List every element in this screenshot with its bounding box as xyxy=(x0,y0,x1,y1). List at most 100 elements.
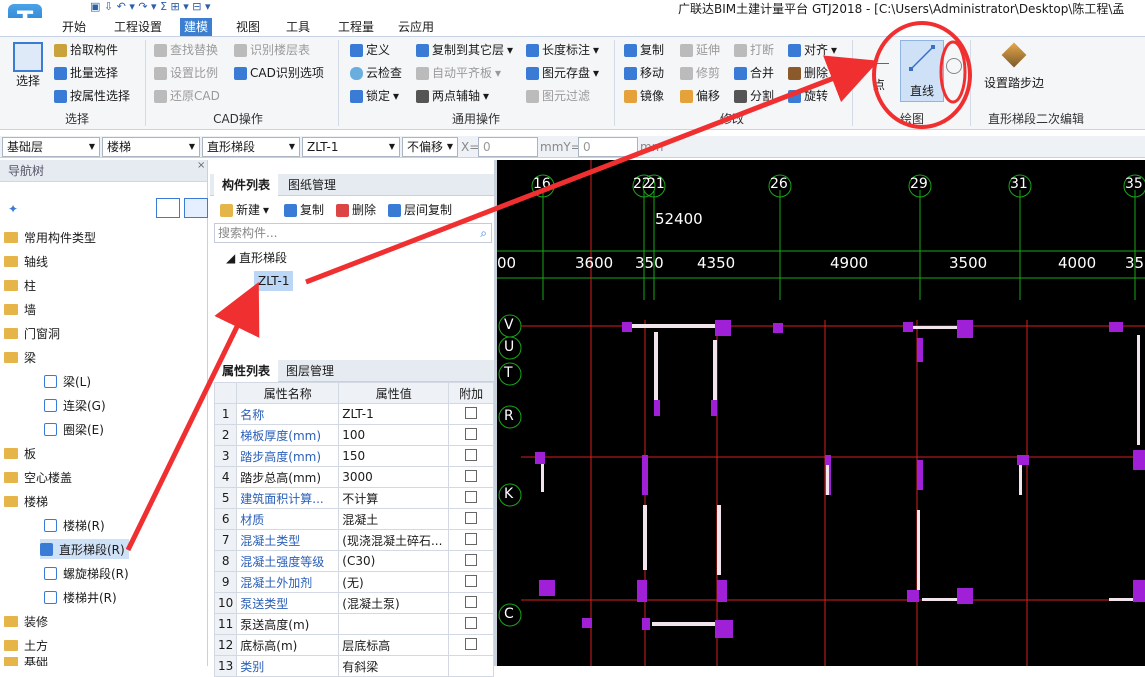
tab-component-list[interactable]: 构件列表 xyxy=(214,174,279,196)
restore-cad-button[interactable]: 还原CAD xyxy=(154,86,220,106)
nav-item-ring-beam[interactable]: 圈梁(E) xyxy=(44,419,104,439)
define-button[interactable]: 定义 xyxy=(350,40,390,60)
nav-close-icon[interactable]: × xyxy=(197,160,205,171)
merge-button[interactable]: 合并 xyxy=(734,63,774,83)
copy-button[interactable]: 复制 xyxy=(624,40,664,60)
tab-start[interactable]: 开始 xyxy=(58,18,90,36)
checkbox[interactable] xyxy=(465,595,478,608)
nav-item-beam[interactable]: 梁 xyxy=(4,347,36,367)
pick-component-button[interactable]: 拾取构件 xyxy=(54,40,118,60)
property-row[interactable]: 5 建筑面积计算... 不计算 xyxy=(213,487,494,509)
new-button[interactable]: 新建 ▾ xyxy=(220,200,269,220)
floor-copy-button[interactable]: 层间复制 xyxy=(388,200,452,220)
nav-item-straight-flight[interactable]: 直形梯段(R) xyxy=(40,539,129,559)
cloud-check-button[interactable]: 云检查 xyxy=(350,63,402,83)
tab-property-list[interactable]: 属性列表 xyxy=(214,360,279,382)
search-input[interactable]: 搜索构件... ⌕ xyxy=(214,223,492,243)
checkbox[interactable] xyxy=(465,553,478,566)
set-ratio-button[interactable]: 设置比例 xyxy=(154,63,218,83)
nav-item-stair-r[interactable]: 楼梯(R) xyxy=(44,515,105,535)
tab-cloud[interactable]: 云应用 xyxy=(394,18,438,36)
lock-button[interactable]: 锁定 ▾ xyxy=(350,86,399,106)
tree-parent[interactable]: ◢ 直形梯段 xyxy=(226,249,287,266)
offset-select[interactable]: 不偏移 ▼ xyxy=(402,137,458,157)
property-row[interactable]: 3 踏步高度(mm) 150 xyxy=(213,445,494,467)
property-row[interactable]: 7 混凝土类型 (现浇混凝土碎石... xyxy=(213,529,494,551)
property-row[interactable]: 10 泵送类型 (混凝土泵) xyxy=(213,592,494,614)
tab-view[interactable]: 视图 xyxy=(232,18,264,36)
extend-button[interactable]: 延伸 xyxy=(680,40,720,60)
y-input[interactable]: 0 xyxy=(578,137,638,157)
break-button[interactable]: 打断 xyxy=(734,40,774,60)
find-replace-button[interactable]: 查找替换 xyxy=(154,40,218,60)
checkbox[interactable] xyxy=(465,427,478,440)
checkbox[interactable] xyxy=(465,490,478,503)
checkbox[interactable] xyxy=(465,574,478,587)
subtype-select[interactable]: 直形梯段 ▼ xyxy=(202,137,300,157)
mirror-button[interactable]: 镜像 xyxy=(624,86,664,106)
nav-item-hollow-floor[interactable]: 空心楼盖 xyxy=(4,467,72,487)
trim-button[interactable]: 修剪 xyxy=(680,63,720,83)
two-point-axis-button[interactable]: 两点辅轴 ▾ xyxy=(416,86,489,106)
property-row[interactable]: 12 底标高(m) 层底标高 xyxy=(213,634,494,656)
offset-button[interactable]: 偏移 xyxy=(680,86,720,106)
property-row[interactable]: 8 混凝土强度等级 (C30) xyxy=(213,550,494,572)
property-row[interactable]: 9 混凝土外加剂 (无) xyxy=(213,571,494,593)
property-row[interactable]: 13 类别 有斜梁 xyxy=(213,655,494,677)
split-button[interactable]: 分割 xyxy=(734,86,774,106)
copy-to-floor-button[interactable]: 复制到其它层 ▾ xyxy=(416,40,513,60)
property-row[interactable]: 11 泵送高度(m) xyxy=(213,613,494,635)
property-row[interactable]: 2 梯板厚度(mm) 100 xyxy=(213,424,494,446)
delete-button[interactable]: 删除 xyxy=(788,63,828,83)
tab-layer-manage[interactable]: 图层管理 xyxy=(278,360,342,382)
auto-flat-button[interactable]: 自动平齐板 ▾ xyxy=(416,63,501,83)
arc-icon[interactable] xyxy=(946,58,962,74)
checkbox[interactable] xyxy=(465,637,478,650)
floor-select[interactable]: 基础层 ▼ xyxy=(2,137,100,157)
identify-floor-button[interactable]: 识别楼层表 xyxy=(234,40,310,60)
checkbox[interactable] xyxy=(465,511,478,524)
nav-item-spiral-flight[interactable]: 螺旋梯段(R) xyxy=(44,563,129,583)
tab-quantity[interactable]: 工程量 xyxy=(334,18,378,36)
delete-component-button[interactable]: 删除 xyxy=(336,200,376,220)
tab-tools[interactable]: 工具 xyxy=(282,18,314,36)
nav-item-axis[interactable]: 轴线 xyxy=(4,251,48,271)
drawing-canvas[interactable]: 16 22 21 26 29 31 35 52400 00 3600 350 4… xyxy=(497,160,1145,666)
tab-modeling[interactable]: 建模 xyxy=(180,18,213,36)
checkbox[interactable] xyxy=(465,448,478,461)
tab-drawing-manage[interactable]: 图纸管理 xyxy=(280,174,344,196)
nav-item-opening[interactable]: 门窗洞 xyxy=(4,323,60,343)
list-view-icon[interactable] xyxy=(156,198,180,218)
select-button[interactable]: 选择 xyxy=(10,42,46,89)
checkbox[interactable] xyxy=(465,469,478,482)
nav-item-link-beam[interactable]: 连梁(G) xyxy=(44,395,106,415)
property-row[interactable]: 6 材质 混凝土 xyxy=(213,508,494,530)
elem-save-button[interactable]: 图元存盘 ▾ xyxy=(526,63,599,83)
checkbox[interactable] xyxy=(465,532,478,545)
point-button[interactable]: 点 xyxy=(862,44,896,93)
tree-child-selected[interactable]: ZLT-1 xyxy=(254,271,294,291)
nav-item-decoration[interactable]: 装修 xyxy=(4,611,48,631)
length-mark-button[interactable]: 长度标注 ▾ xyxy=(526,40,599,60)
property-row[interactable]: 1 名称 ZLT-1 xyxy=(213,403,494,425)
line-button[interactable]: 直线 xyxy=(900,40,944,102)
nav-item-stairwell[interactable]: 楼梯井(R) xyxy=(44,587,117,607)
checkbox[interactable] xyxy=(465,616,478,629)
checkbox[interactable] xyxy=(465,406,478,419)
align-button[interactable]: 对齐 ▾ xyxy=(788,40,837,60)
set-step-edge-button[interactable]: 设置踏步边 xyxy=(982,42,1046,91)
nav-item-wall[interactable]: 墙 xyxy=(4,299,36,319)
component-select[interactable]: ZLT-1 ▼ xyxy=(302,137,400,157)
nav-item-stair[interactable]: 楼梯 xyxy=(4,491,48,511)
quick-access-toolbar[interactable]: ▣ ⇩ ↶ ▾ ↷ ▾ Σ ⊞ ▾ ⊟ ▾ xyxy=(90,0,210,13)
cad-options-button[interactable]: CAD识别选项 xyxy=(234,63,324,83)
move-button[interactable]: 移动 xyxy=(624,63,664,83)
batch-select-button[interactable]: 批量选择 xyxy=(54,63,118,83)
copy-component-button[interactable]: 复制 xyxy=(284,200,324,220)
type-select[interactable]: 楼梯 ▼ xyxy=(102,137,200,157)
tab-project-settings[interactable]: 工程设置 xyxy=(110,18,166,36)
grid-view-icon[interactable] xyxy=(184,198,208,218)
nav-item-foundation[interactable]: 基础 xyxy=(4,657,48,666)
nav-item-slab[interactable]: 板 xyxy=(4,443,36,463)
nav-item-earthwork[interactable]: 土方 xyxy=(4,635,48,655)
